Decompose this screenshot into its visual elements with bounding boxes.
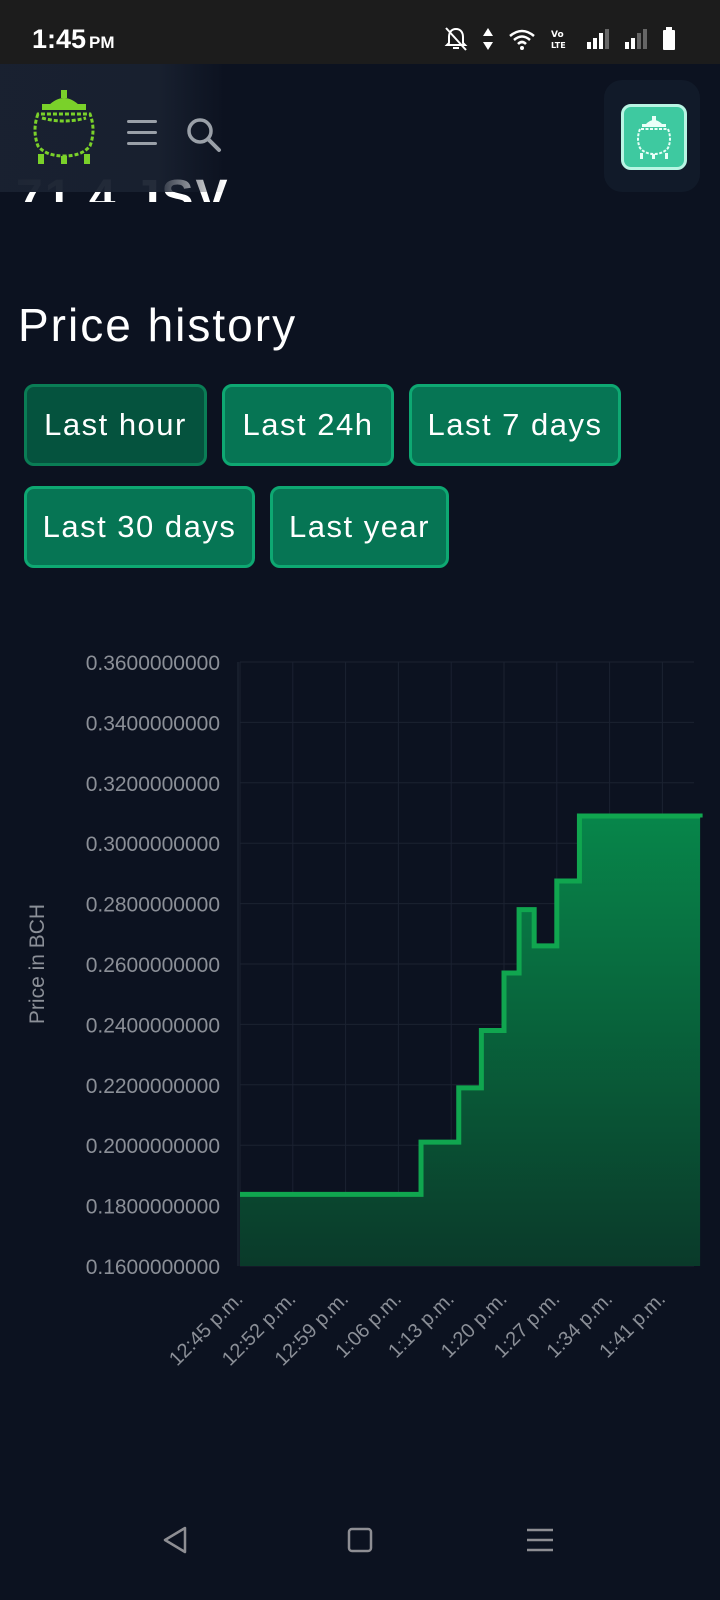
account-avatar-button[interactable]: [621, 104, 687, 170]
clock-time: 1:45: [32, 24, 87, 54]
y-tick-label: 0.2000000000: [86, 1135, 220, 1158]
y-tick-label: 0.3400000000: [86, 712, 220, 735]
system-nav-bar: [0, 1480, 720, 1600]
y-tick-label: 0.3200000000: [86, 773, 220, 796]
price-history-chart: 0.3600000000 0.3400000000 0.3200000000 0.30…: [26, 652, 703, 1370]
clock-ampm: PM: [89, 33, 115, 52]
account-button-container: [604, 80, 700, 192]
y-tick-label: 0.1800000000: [86, 1196, 220, 1219]
y-tick-label: 0.2600000000: [86, 954, 220, 977]
status-bar: 1:45 PM Vo LTE: [0, 0, 720, 64]
range-button-last-7-days[interactable]: Last 7 days: [409, 384, 621, 466]
y-tick-label: 0.1600000000: [86, 1256, 220, 1279]
svg-text:LTE: LTE: [551, 41, 566, 50]
y-tick-label: 0.3000000000: [86, 833, 220, 856]
recents-menu-icon[interactable]: [520, 1520, 560, 1560]
page-title: Price history: [18, 299, 298, 351]
y-tick-label: 0.3600000000: [86, 652, 220, 675]
range-button-last-30-days[interactable]: Last 30 days: [24, 486, 255, 568]
volte-icon: Vo LTE: [551, 30, 566, 50]
status-icons: Vo LTE: [444, 26, 676, 52]
cauldron-avatar-icon: [637, 116, 671, 159]
status-time: 1:45 PM: [32, 24, 115, 55]
home-square-icon[interactable]: [340, 1520, 380, 1560]
y-tick-label: 0.2200000000: [86, 1075, 220, 1098]
range-button-last-24h[interactable]: Last 24h: [222, 384, 394, 466]
y-tick-label: 0.2400000000: [86, 1014, 220, 1037]
wifi-icon: [509, 29, 535, 50]
cauldron-logo-icon[interactable]: [28, 86, 100, 168]
y-axis-label: Price in BCH: [26, 904, 49, 1024]
price-area-fill: [240, 816, 701, 1266]
range-button-last-hour[interactable]: Last hour: [24, 384, 207, 466]
signal-1-icon: [587, 29, 609, 49]
hamburger-menu-icon[interactable]: [127, 120, 157, 148]
range-button-last-year[interactable]: Last year: [270, 486, 449, 568]
back-triangle-icon[interactable]: [157, 1520, 197, 1560]
y-tick-label: 0.2800000000: [86, 894, 220, 917]
notifications-off-icon: [444, 27, 468, 51]
battery-icon: [663, 27, 675, 50]
data-arrows-icon: [483, 28, 493, 50]
search-icon[interactable]: [186, 117, 222, 153]
svg-text:Vo: Vo: [551, 30, 564, 40]
signal-2-icon: [625, 29, 647, 49]
